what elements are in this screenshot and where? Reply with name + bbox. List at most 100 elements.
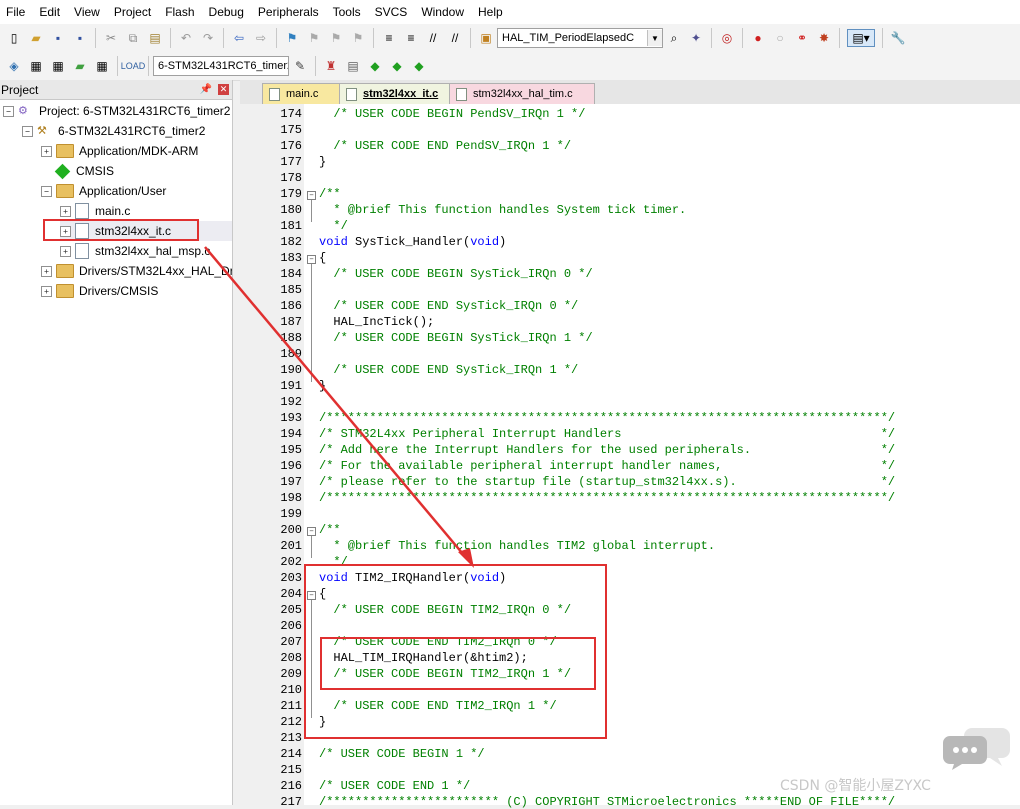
code-line[interactable]: }: [319, 715, 326, 729]
code-line[interactable]: /* please refer to the startup file (sta…: [319, 475, 895, 489]
code-line[interactable]: /* USER CODE BEGIN SysTick_IRQn 1 */: [319, 331, 592, 345]
new-file-icon[interactable]: ▯: [6, 30, 22, 46]
code-line[interactable]: * @brief This function handles System ti…: [319, 203, 686, 217]
open-folder-icon[interactable]: ▰: [28, 30, 44, 46]
code-line[interactable]: /* For the available peripheral interrup…: [319, 459, 895, 473]
bookmark-clear-icon[interactable]: ⚑: [350, 30, 366, 46]
download-icon[interactable]: LOAD: [121, 58, 146, 74]
code-line[interactable]: /* USER CODE BEGIN 1 */: [319, 747, 485, 761]
uncomment-icon[interactable]: //: [447, 30, 463, 46]
tab-stm32l4xx-hal-tim-c[interactable]: stm32l4xx_hal_tim.c: [449, 83, 595, 104]
select-pack-icon[interactable]: ◆: [389, 58, 405, 74]
menu-window[interactable]: Window: [415, 0, 472, 24]
tree-file-hal-msp[interactable]: + stm32l4xx_hal_msp.c: [60, 241, 210, 261]
stop-build-icon[interactable]: ▦: [94, 58, 110, 74]
manage-components-icon[interactable]: ♜: [323, 58, 339, 74]
tree-group-drivers-cmsis[interactable]: + Drivers/CMSIS: [41, 281, 158, 301]
tree-group-hal-driver[interactable]: + Drivers/STM32L4xx_HAL_Driv: [41, 261, 232, 281]
debug-session-icon[interactable]: ◎: [719, 30, 735, 46]
build-icon[interactable]: ▦: [28, 58, 44, 74]
menu-view[interactable]: View: [68, 0, 108, 24]
unindent-icon[interactable]: ≡: [403, 30, 419, 46]
code-line[interactable]: {: [319, 587, 326, 601]
code-line[interactable]: HAL_TIM_IRQHandler(&htim2);: [319, 651, 527, 665]
code-line[interactable]: }: [319, 155, 326, 169]
chevron-down-icon[interactable]: ▼: [647, 30, 662, 46]
rebuild-icon[interactable]: ▦: [50, 58, 66, 74]
tree-group-application-user[interactable]: − Application/User: [41, 181, 166, 201]
nav-forward-icon[interactable]: ⇨: [253, 30, 269, 46]
breakpoint-kill-all-icon[interactable]: ✸: [816, 30, 832, 46]
copy-icon[interactable]: ⧉: [125, 30, 141, 46]
code-line[interactable]: */: [319, 555, 347, 569]
breakpoint-icon[interactable]: ●: [750, 30, 766, 46]
find-icon[interactable]: ⌕: [666, 30, 682, 46]
menu-debug[interactable]: Debug: [203, 0, 252, 24]
bookmark-icon[interactable]: ⚑: [284, 30, 300, 46]
code-line[interactable]: /**: [319, 187, 341, 201]
code-line[interactable]: void SysTick_Handler(void): [319, 235, 506, 249]
breakpoint-disable-all-icon[interactable]: ⚭: [794, 30, 810, 46]
tree-group-mdk-arm[interactable]: + Application/MDK-ARM: [41, 141, 198, 161]
code-line[interactable]: */: [319, 219, 347, 233]
tree-group-cmsis[interactable]: CMSIS: [54, 161, 114, 181]
code-line[interactable]: /* USER CODE END SysTick_IRQn 0 */: [319, 299, 578, 313]
find-in-files-icon[interactable]: ▣: [478, 30, 494, 46]
menu-svcs[interactable]: SVCS: [369, 0, 416, 24]
menu-edit[interactable]: Edit: [33, 0, 68, 24]
paste-icon[interactable]: ▤: [147, 30, 163, 46]
code-editor[interactable]: 174 /* USER CODE BEGIN PendSV_IRQn 1 */ 1…: [240, 104, 1020, 809]
code-line[interactable]: * @brief This function handles TIM2 glob…: [319, 539, 715, 553]
manage-rte-icon[interactable]: ◆: [367, 58, 383, 74]
menu-project[interactable]: Project: [108, 0, 159, 24]
tree-root[interactable]: − ⚙ Project: 6-STM32L431RCT6_timer2: [3, 101, 230, 121]
redo-icon[interactable]: ↷: [200, 30, 216, 46]
code-line[interactable]: HAL_IncTick();: [319, 315, 434, 329]
fold-collapse-icon[interactable]: −: [307, 255, 316, 264]
translate-icon[interactable]: ◈: [6, 58, 22, 74]
code-line[interactable]: /* Add here the Interrupt Handlers for t…: [319, 443, 895, 457]
expand-icon[interactable]: +: [60, 225, 71, 237]
expand-icon[interactable]: +: [60, 205, 71, 217]
menu-flash[interactable]: Flash: [159, 0, 202, 24]
code-line[interactable]: /* USER CODE END TIM2_IRQn 0 */: [319, 635, 556, 649]
code-line[interactable]: /**: [319, 523, 341, 537]
code-line[interactable]: /* USER CODE BEGIN SysTick_IRQn 0 */: [319, 267, 592, 281]
collapse-icon[interactable]: −: [41, 185, 52, 197]
code-line[interactable]: /* USER CODE END PendSV_IRQn 1 */: [319, 139, 571, 153]
collapse-icon[interactable]: −: [22, 125, 33, 137]
incremental-find-icon[interactable]: ✦: [688, 30, 704, 46]
code-line[interactable]: /***************************************…: [319, 491, 895, 505]
file-extensions-icon[interactable]: ▤: [345, 58, 361, 74]
code-line[interactable]: /************************ (C) COPYRIGHT …: [319, 795, 895, 809]
code-line[interactable]: /* USER CODE END SysTick_IRQn 1 */: [319, 363, 578, 377]
menu-peripherals[interactable]: Peripherals: [252, 0, 327, 24]
code-line[interactable]: /* USER CODE BEGIN PendSV_IRQn 1 */: [319, 107, 585, 121]
expand-icon[interactable]: +: [41, 285, 52, 297]
fold-collapse-icon[interactable]: −: [307, 527, 316, 536]
tree-target[interactable]: − ⚒ 6-STM32L431RCT6_timer2: [22, 121, 205, 141]
comment-icon[interactable]: //: [425, 30, 441, 46]
cut-icon[interactable]: ✂: [103, 30, 119, 46]
function-combo[interactable]: HAL_TIM_PeriodElapsedC ▼: [497, 28, 663, 48]
tab-main-c[interactable]: main.c: [262, 83, 346, 104]
save-all-icon[interactable]: ▪: [72, 30, 88, 46]
target-options-icon[interactable]: ✎: [292, 58, 308, 74]
fold-collapse-icon[interactable]: −: [307, 191, 316, 200]
menu-file[interactable]: File: [0, 0, 33, 24]
code-line[interactable]: /* USER CODE BEGIN TIM2_IRQn 1 */: [319, 667, 571, 681]
close-icon[interactable]: ✕: [218, 84, 229, 95]
expand-icon[interactable]: +: [41, 145, 52, 157]
window-layout-icon[interactable]: ▤▾: [847, 29, 875, 47]
batch-build-icon[interactable]: ▰: [72, 58, 88, 74]
pin-icon[interactable]: 📌: [200, 84, 212, 95]
configure-icon[interactable]: 🔧: [890, 30, 906, 46]
fold-collapse-icon[interactable]: −: [307, 591, 316, 600]
undo-icon[interactable]: ↶: [178, 30, 194, 46]
tree-file-main[interactable]: + main.c: [60, 201, 130, 221]
indent-icon[interactable]: ≡: [381, 30, 397, 46]
expand-icon[interactable]: +: [41, 265, 52, 277]
menu-tools[interactable]: Tools: [327, 0, 369, 24]
menu-help[interactable]: Help: [472, 0, 511, 24]
pack-installer-icon[interactable]: ◆: [411, 58, 427, 74]
